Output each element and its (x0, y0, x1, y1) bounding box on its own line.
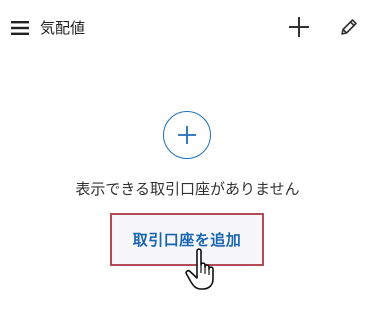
plus-icon (289, 17, 309, 37)
add-button[interactable] (287, 15, 311, 39)
edit-button[interactable] (337, 15, 361, 39)
pencil-icon (341, 19, 357, 35)
add-account-button[interactable]: 取引口座を追加 (110, 213, 264, 266)
hamburger-menu-icon (11, 21, 29, 35)
page-title: 気配値 (40, 19, 86, 37)
add-account-circle-button[interactable] (163, 111, 211, 159)
watchlist-screen: 気配値 表示できる取引口座がありません 取引口座を追加 (0, 0, 375, 314)
menu-button[interactable] (10, 18, 30, 38)
add-account-button-label: 取引口座を追加 (132, 231, 242, 249)
circle-plus-icon (178, 126, 196, 144)
app-header: 気配値 (0, 0, 375, 56)
empty-state-message: 表示できる取引口座がありません (75, 180, 300, 198)
